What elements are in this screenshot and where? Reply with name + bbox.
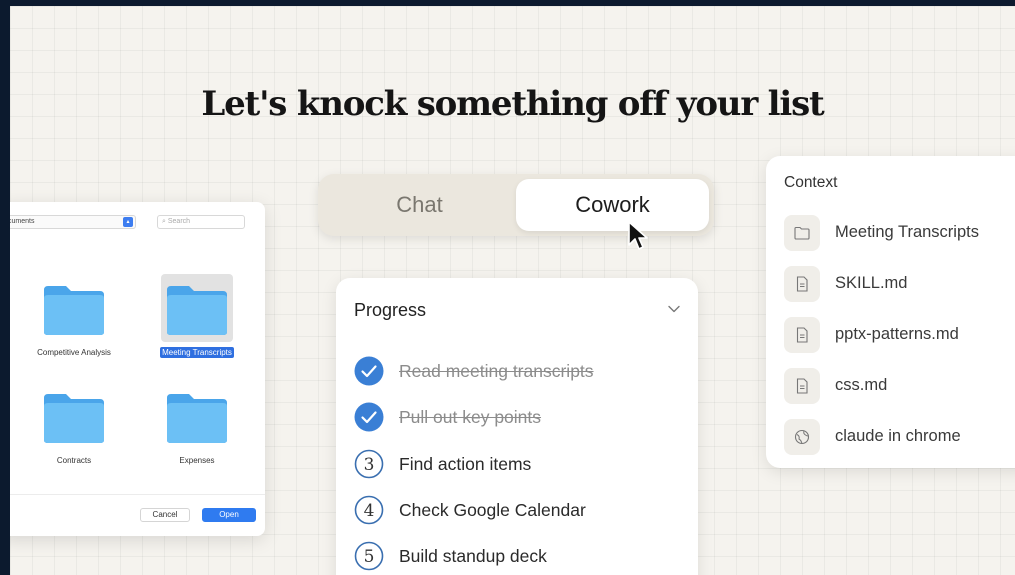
- document-icon: [784, 317, 820, 353]
- folder-item[interactable]: Competitive Analysis: [24, 274, 124, 360]
- folder-icon-wrap: [38, 382, 110, 450]
- context-title: Context: [784, 174, 838, 191]
- folder-label: Competitive Analysis: [37, 348, 111, 357]
- page-title: Let's knock something off your list: [201, 84, 824, 124]
- mouse-pointer-icon: [628, 221, 648, 250]
- step-number-icon: 5: [354, 541, 384, 571]
- folder-icon: [784, 215, 820, 251]
- location-select[interactable]: cuments ▴: [10, 215, 136, 229]
- folder-label: Contracts: [56, 456, 92, 465]
- context-item[interactable]: Meeting Transcripts: [784, 215, 1015, 251]
- checkmark-icon: [354, 402, 384, 432]
- folder-item-selected[interactable]: Meeting Transcripts: [147, 274, 247, 360]
- folder-icon-wrap: [38, 274, 110, 342]
- task-label: Find action items: [399, 454, 532, 474]
- progress-title: Progress: [354, 300, 427, 320]
- cancel-button[interactable]: Cancel: [140, 508, 190, 522]
- app-canvas: Let's knock something off your list cume…: [10, 6, 1015, 575]
- folder-label: Expenses: [179, 456, 215, 465]
- location-select-value: cuments: [10, 218, 35, 225]
- folder-icon: [44, 394, 104, 443]
- folder-label: Meeting Transcripts: [160, 347, 234, 358]
- svg-text:4: 4: [364, 501, 375, 521]
- file-open-dialog: cuments ▴ ⌕ Search Competitive Analysis: [10, 202, 265, 536]
- mode-toggle: Chat Cowork: [318, 174, 714, 236]
- context-item-label: claude in chrome: [835, 427, 961, 445]
- context-panel: Context Meeting Transcripts SKILL.md ppt…: [766, 156, 1015, 468]
- context-item-label: css.md: [835, 376, 888, 394]
- checkmark-icon: [354, 356, 384, 386]
- globe-icon: [784, 419, 820, 455]
- folder-icon-wrap: [161, 274, 233, 342]
- folder-item[interactable]: Contracts: [24, 382, 124, 468]
- folder-icon: [167, 286, 227, 335]
- dialog-toolbar: cuments ▴ ⌕ Search: [10, 212, 265, 232]
- step-number-icon: 3: [354, 449, 384, 479]
- cowork-tab[interactable]: Cowork: [516, 179, 709, 231]
- chevron-updown-icon: ▴: [123, 217, 133, 227]
- context-item-label: pptx-patterns.md: [835, 325, 959, 343]
- context-item[interactable]: css.md: [784, 368, 1015, 404]
- document-icon: [784, 368, 820, 404]
- search-icon: ⌕: [162, 218, 166, 225]
- context-item-label: Meeting Transcripts: [835, 223, 979, 241]
- context-item-label: SKILL.md: [835, 274, 908, 292]
- chevron-down-icon[interactable]: [667, 302, 681, 316]
- document-icon: [784, 266, 820, 302]
- folder-item[interactable]: Expenses: [147, 382, 247, 468]
- dialog-divider: [10, 494, 265, 495]
- progress-panel: Progress Read meeting transcripts Pull o…: [336, 278, 698, 575]
- step-number-icon: 4: [354, 495, 384, 525]
- svg-text:3: 3: [364, 455, 375, 475]
- task-label: Pull out key points: [399, 407, 542, 427]
- context-item[interactable]: SKILL.md: [784, 266, 1015, 302]
- context-item[interactable]: pptx-patterns.md: [784, 317, 1015, 353]
- dialog-search-input[interactable]: ⌕ Search: [157, 215, 245, 229]
- open-button[interactable]: Open: [202, 508, 256, 522]
- context-item[interactable]: claude in chrome: [784, 419, 1015, 455]
- chat-tab[interactable]: Chat: [323, 179, 516, 231]
- folder-icon: [167, 394, 227, 443]
- folder-icon-wrap: [161, 382, 233, 450]
- task-label: Check Google Calendar: [399, 500, 586, 520]
- folder-icon: [44, 286, 104, 335]
- svg-text:5: 5: [364, 547, 375, 567]
- task-label: Build standup deck: [399, 546, 547, 566]
- task-label: Read meeting transcripts: [399, 361, 594, 381]
- search-placeholder: Search: [167, 218, 191, 225]
